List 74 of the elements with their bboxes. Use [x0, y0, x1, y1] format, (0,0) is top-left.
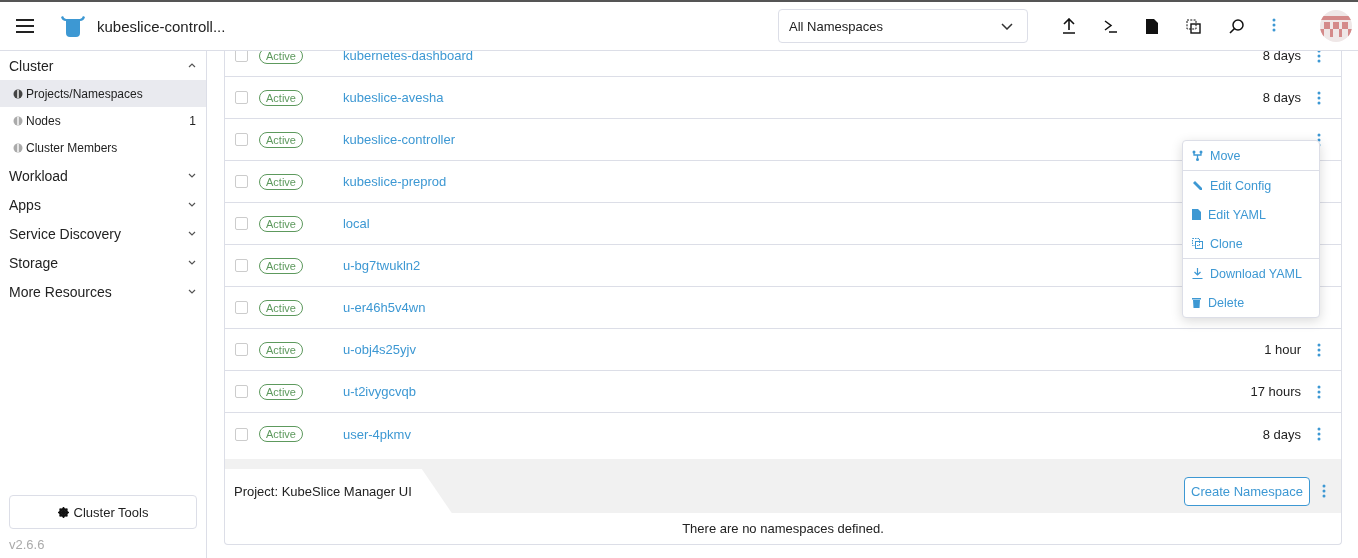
menu-item[interactable]: Download YAML	[1183, 259, 1319, 288]
namespace-link[interactable]: user-4pkmv	[342, 426, 1263, 442]
row-checkbox[interactable]	[235, 301, 248, 314]
row-checkbox[interactable]	[235, 217, 248, 230]
nav-group[interactable]: Cluster	[0, 51, 206, 80]
copy-icon[interactable]	[1186, 18, 1201, 34]
avatar[interactable]	[1320, 10, 1352, 42]
menu-item[interactable]: Move	[1183, 141, 1319, 171]
chevron-up-icon	[188, 63, 196, 68]
nav-group[interactable]: More Resources	[0, 277, 206, 306]
row-actions-icon[interactable]	[1317, 51, 1321, 63]
namespace-link[interactable]: u-obj4s25yjv	[342, 342, 1265, 357]
nav-group[interactable]: Service Discovery	[0, 219, 206, 248]
bull-head-icon	[61, 15, 85, 37]
age-cell: 17 hours	[1250, 384, 1301, 399]
cluster-name: kubeslice-controll...	[97, 17, 226, 35]
cluster-tools-button[interactable]: Cluster Tools	[9, 495, 197, 529]
nav-group[interactable]: Storage	[0, 248, 206, 277]
menu-item[interactable]: Delete	[1183, 288, 1319, 317]
namespace-link[interactable]: kubernetes-dashboard	[342, 51, 1263, 63]
count: 1	[189, 113, 196, 128]
nav-item[interactable]: Projects/Namespaces	[0, 80, 206, 107]
create-namespace-button[interactable]: Create Namespace	[1184, 476, 1310, 506]
namespace-link[interactable]: kubeslice-avesha	[342, 90, 1263, 105]
row-checkbox[interactable]	[235, 133, 248, 146]
menu-icon[interactable]	[16, 19, 34, 33]
chevron-down-icon	[188, 231, 196, 236]
namespace-link[interactable]: u-t2ivygcvqb	[342, 384, 1251, 399]
chevron-down-icon	[188, 289, 196, 294]
row-actions-icon[interactable]	[1317, 90, 1321, 105]
status-icon	[13, 142, 23, 153]
terminal-icon[interactable]	[1104, 19, 1118, 33]
chevron-down-icon	[188, 260, 196, 265]
age-cell: 8 days	[1262, 90, 1301, 105]
clone-icon	[1192, 238, 1203, 249]
status-icon	[13, 115, 23, 126]
age-cell: 8 days	[1262, 426, 1301, 442]
empty-message: There are no namespaces defined.	[681, 520, 885, 538]
more-icon[interactable]	[1272, 17, 1276, 32]
row-checkbox[interactable]	[235, 51, 248, 62]
row-actions-icon[interactable]	[1317, 384, 1321, 399]
version-label: v2.6.6	[8, 536, 46, 554]
group-actions-icon[interactable]	[1322, 484, 1326, 498]
chevron-down-icon	[188, 202, 196, 207]
upload-icon[interactable]	[1062, 18, 1076, 34]
file-icon[interactable]	[1146, 18, 1158, 34]
fork-icon	[1192, 150, 1203, 161]
menu-item[interactable]: Clone	[1183, 229, 1319, 259]
trash-icon	[1192, 297, 1201, 308]
nav-item[interactable]: Cluster Members	[0, 134, 206, 161]
gear-icon	[57, 506, 69, 518]
menu-item[interactable]: Edit YAML	[1183, 200, 1319, 229]
row-checkbox[interactable]	[235, 385, 248, 398]
row-actions-icon[interactable]	[1317, 427, 1321, 441]
download-icon	[1192, 268, 1203, 279]
row-actions-icon[interactable]	[1317, 342, 1321, 357]
file-icon	[1192, 209, 1201, 220]
chevron-down-icon	[1001, 22, 1013, 30]
row-checkbox[interactable]	[235, 175, 248, 188]
nav-group[interactable]: Apps	[0, 190, 206, 219]
namespace-dropdown[interactable]: All Namespaces	[778, 9, 1028, 43]
search-icon[interactable]	[1229, 18, 1244, 34]
row-checkbox[interactable]	[235, 343, 248, 356]
chevron-down-icon	[188, 173, 196, 178]
nav-group[interactable]: Workload	[0, 161, 206, 190]
row-checkbox[interactable]	[235, 91, 248, 104]
age-cell: 1 hour	[1264, 342, 1301, 357]
row-checkbox[interactable]	[235, 259, 248, 272]
age-cell: 8 days	[1262, 51, 1301, 63]
menu-item[interactable]: Edit Config	[1183, 171, 1319, 200]
pencil-icon	[1192, 180, 1203, 191]
row-checkbox[interactable]	[235, 427, 248, 441]
status-icon	[13, 88, 23, 99]
nav-item[interactable]: Nodes 1	[0, 107, 206, 134]
